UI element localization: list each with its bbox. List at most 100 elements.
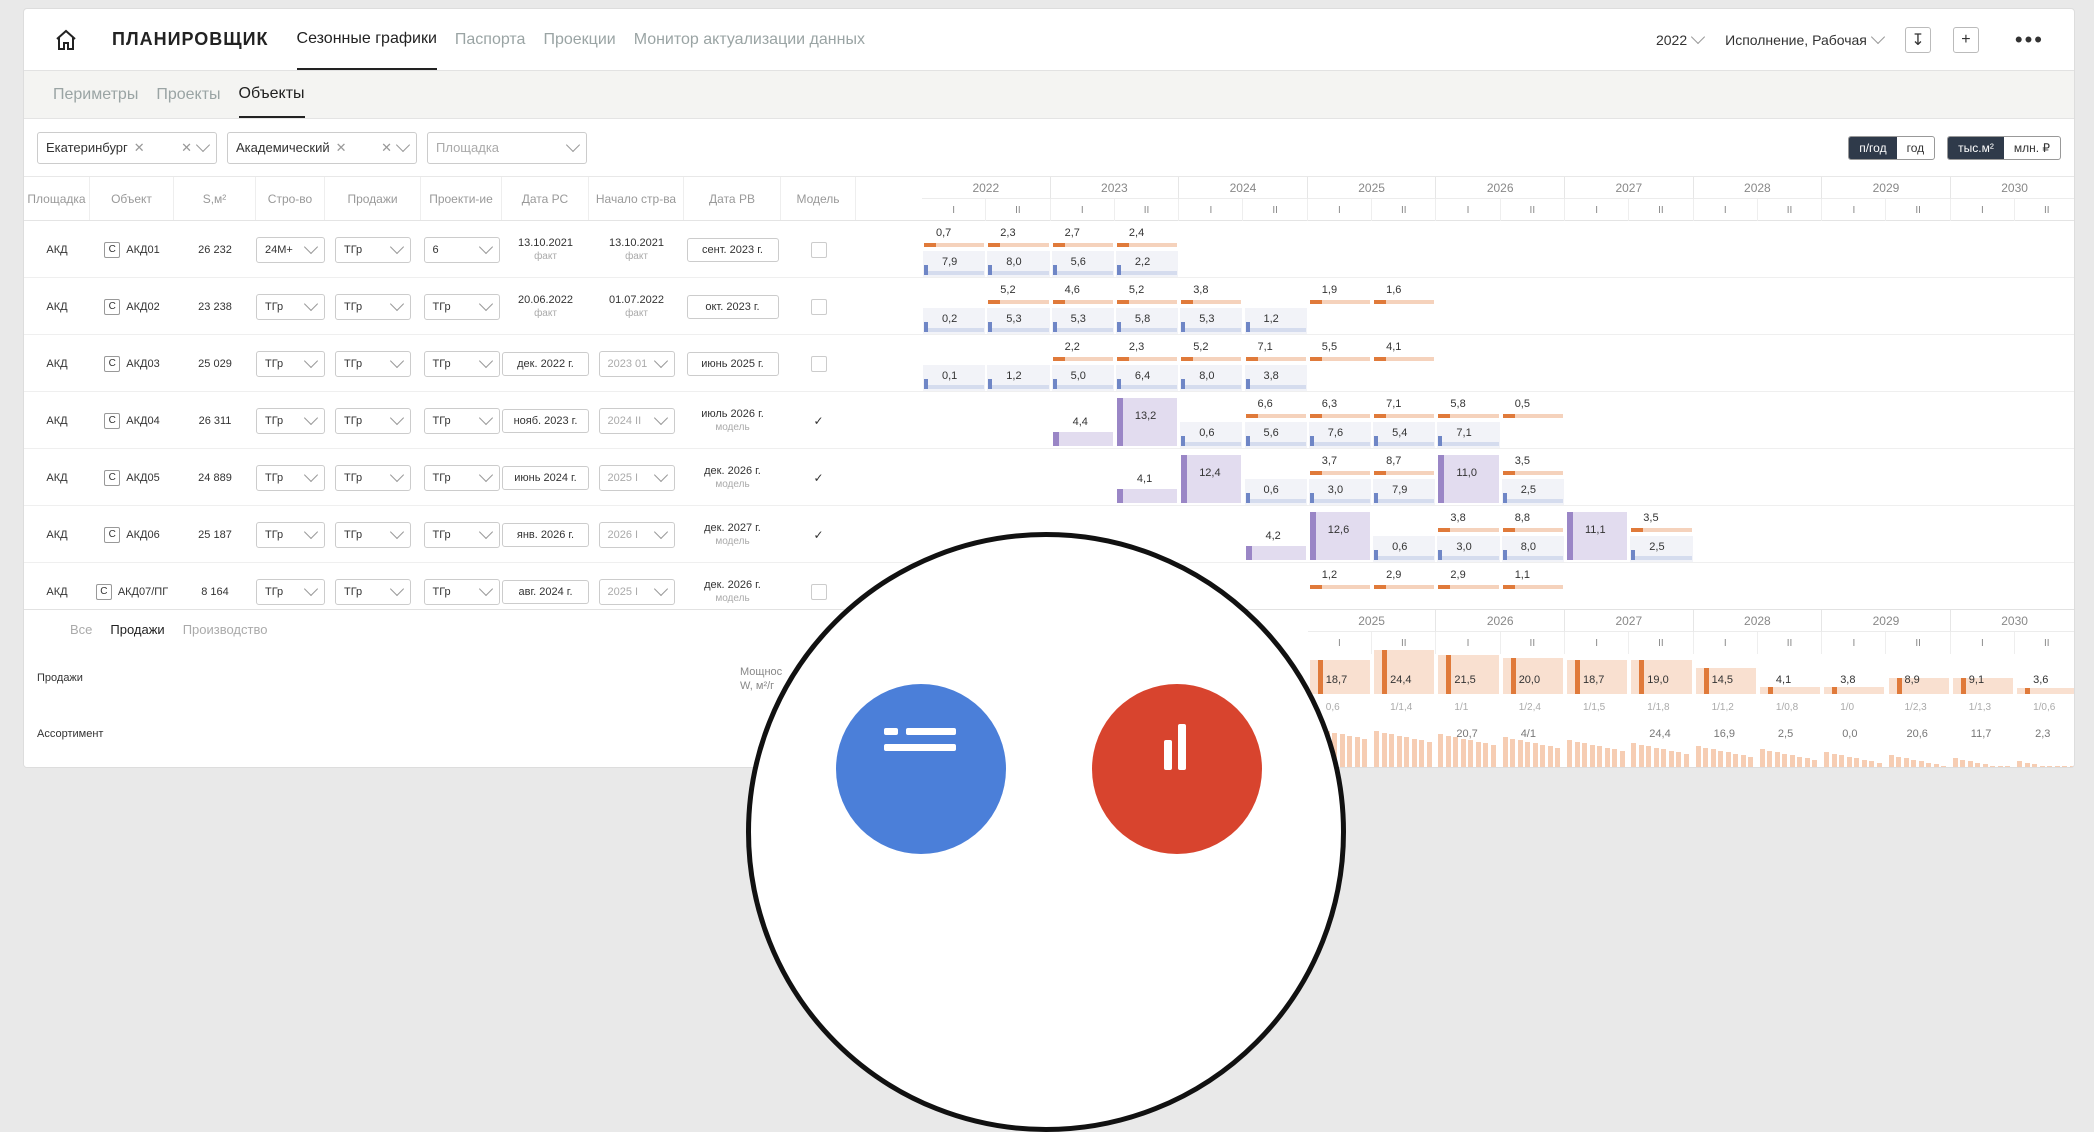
build-select[interactable]: ТГр (256, 407, 325, 434)
rv-date-input[interactable]: июнь 2025 г. (686, 351, 779, 376)
add-button[interactable]: + (1952, 26, 1979, 53)
sales-select[interactable]: ТГр (335, 350, 411, 377)
clear-icon[interactable]: ✕ (381, 140, 392, 156)
start-select[interactable]: 2024 II (598, 407, 675, 434)
district-filter[interactable]: Академический ✕ ✕ (227, 131, 417, 164)
list-app-icon[interactable] (836, 684, 1006, 854)
model-checkbox[interactable] (810, 355, 827, 372)
build-select[interactable]: ТГр (256, 578, 325, 605)
close-icon[interactable]: ✕ (336, 140, 347, 156)
mode-select[interactable]: Исполнение, Рабочая (1725, 29, 1885, 48)
sales-bar-marker (1438, 528, 1451, 532)
design-select[interactable]: ТГр (423, 293, 500, 320)
object-name[interactable]: АКД07/ПГ (118, 586, 168, 598)
assortment-bar (1631, 743, 1637, 767)
tab-objects[interactable]: Объекты (238, 71, 305, 118)
sales-select[interactable]: ТГр (335, 407, 411, 434)
model-checkbox[interactable] (810, 298, 827, 315)
design-select[interactable]: ТГр (423, 578, 500, 605)
design-select-value: ТГр (432, 414, 451, 427)
tab-sales[interactable]: Продажи (110, 622, 164, 637)
sales-select[interactable]: ТГр (335, 293, 411, 320)
period-year[interactable]: год (1897, 137, 1935, 159)
start-select[interactable]: 2026 I (598, 521, 675, 548)
start-select-value: 2025 I (607, 585, 639, 598)
model-checkbox[interactable] (810, 583, 827, 600)
tab-production[interactable]: Производство (183, 622, 268, 637)
sales-select[interactable]: ТГр (335, 464, 411, 491)
unit-toggle[interactable]: тыс.м² млн. ₽ (1947, 135, 2061, 160)
start-select[interactable]: 2025 I (598, 464, 675, 491)
sort-button[interactable]: ↧ (1904, 26, 1931, 53)
design-select[interactable]: ТГр (423, 464, 500, 491)
chevron-down-icon (653, 524, 668, 540)
nav-passports[interactable]: Паспорта (455, 9, 526, 70)
design-select[interactable]: ТГр (423, 350, 500, 377)
build-select[interactable]: ТГр (256, 521, 325, 548)
model-checkbox[interactable]: ✓ (811, 527, 827, 543)
object-name[interactable]: АКД01 (126, 244, 159, 256)
build-select[interactable]: ТГр (256, 350, 325, 377)
rs-date-input[interactable]: нояб. 2023 г. (502, 408, 589, 433)
sales-bar-marker (1116, 243, 1129, 247)
object-name[interactable]: АКД03 (126, 358, 159, 370)
build-select[interactable]: ТГр (256, 293, 325, 320)
start-select[interactable]: 2025 I (598, 578, 675, 605)
rv-date-input[interactable]: сент. 2023 г. (686, 237, 779, 262)
nav-monitor[interactable]: Монитор актуализации данных (634, 9, 865, 70)
sales-bar-marker (1502, 528, 1515, 532)
model-checkbox[interactable]: ✓ (811, 470, 827, 486)
rs-date-input[interactable]: дек. 2022 г. (502, 351, 589, 376)
site-filter[interactable]: Площадка (427, 131, 587, 164)
tab-all[interactable]: Все (70, 622, 92, 637)
rv-date-input[interactable]: окт. 2023 г. (686, 294, 779, 319)
rs-date-input[interactable]: янв. 2026 г. (502, 522, 589, 547)
period-toggle[interactable]: п/год год (1848, 135, 1936, 160)
sales-bar (1052, 243, 1113, 247)
design-select[interactable]: ТГр (423, 407, 500, 434)
tab-perimeters[interactable]: Периметры (53, 71, 138, 118)
sales-select[interactable]: ТГр (335, 236, 411, 263)
nav-projections[interactable]: Проекции (543, 9, 615, 70)
sales-summary-ratio: 1/1 (1454, 702, 1469, 713)
assortment-bar (1567, 740, 1572, 767)
sales-bar-marker (1309, 300, 1322, 304)
chevron-down-icon[interactable] (395, 137, 411, 153)
close-icon[interactable]: ✕ (134, 140, 145, 156)
rs-date-input[interactable]: авг. 2024 г. (502, 579, 589, 604)
filter-bar: Екатеринбург ✕ ✕ Академический ✕ ✕ Площа… (24, 119, 2074, 177)
unit-money[interactable]: млн. ₽ (2004, 137, 2060, 159)
sales-select[interactable]: ТГр (335, 578, 411, 605)
object-name[interactable]: АКД04 (126, 415, 159, 427)
object-name[interactable]: АКД02 (126, 301, 159, 313)
model-checkbox[interactable]: ✓ (811, 413, 827, 429)
object-type-badge: С (104, 355, 121, 372)
clear-icon[interactable]: ✕ (181, 140, 192, 156)
chart-app-icon[interactable] (1092, 684, 1262, 854)
sales-select[interactable]: ТГр (335, 521, 411, 548)
object-name[interactable]: АКД06 (126, 529, 159, 541)
sales-bar (1052, 357, 1113, 361)
city-filter[interactable]: Екатеринбург ✕ ✕ (37, 131, 217, 164)
build-select-value: 24М+ (265, 243, 293, 256)
model-checkbox[interactable] (810, 241, 827, 258)
sales-bar (1116, 243, 1178, 247)
build-select[interactable]: ТГр (256, 464, 325, 491)
start-select[interactable]: 2023 01 (598, 350, 675, 377)
design-select[interactable]: 6 (423, 236, 500, 263)
unit-area[interactable]: тыс.м² (1948, 136, 2004, 159)
summary-year: 2027 (1565, 610, 1694, 632)
sales-cell: ТГр (325, 392, 421, 449)
nav-seasonal[interactable]: Сезонные графики (296, 9, 437, 70)
period-half-year[interactable]: п/год (1849, 136, 1897, 159)
object-type-badge: С (104, 241, 121, 258)
tab-projects[interactable]: Проекты (156, 71, 220, 118)
more-icon[interactable]: ••• (2015, 27, 2044, 53)
rs-date-input[interactable]: июнь 2024 г. (502, 465, 589, 490)
year-select[interactable]: 2022 (1656, 29, 1706, 48)
chevron-down-icon[interactable] (195, 137, 211, 153)
object-name[interactable]: АКД05 (126, 472, 159, 484)
design-select[interactable]: ТГр (423, 521, 500, 548)
build-select[interactable]: 24М+ (256, 236, 325, 263)
home-icon[interactable] (54, 28, 78, 52)
